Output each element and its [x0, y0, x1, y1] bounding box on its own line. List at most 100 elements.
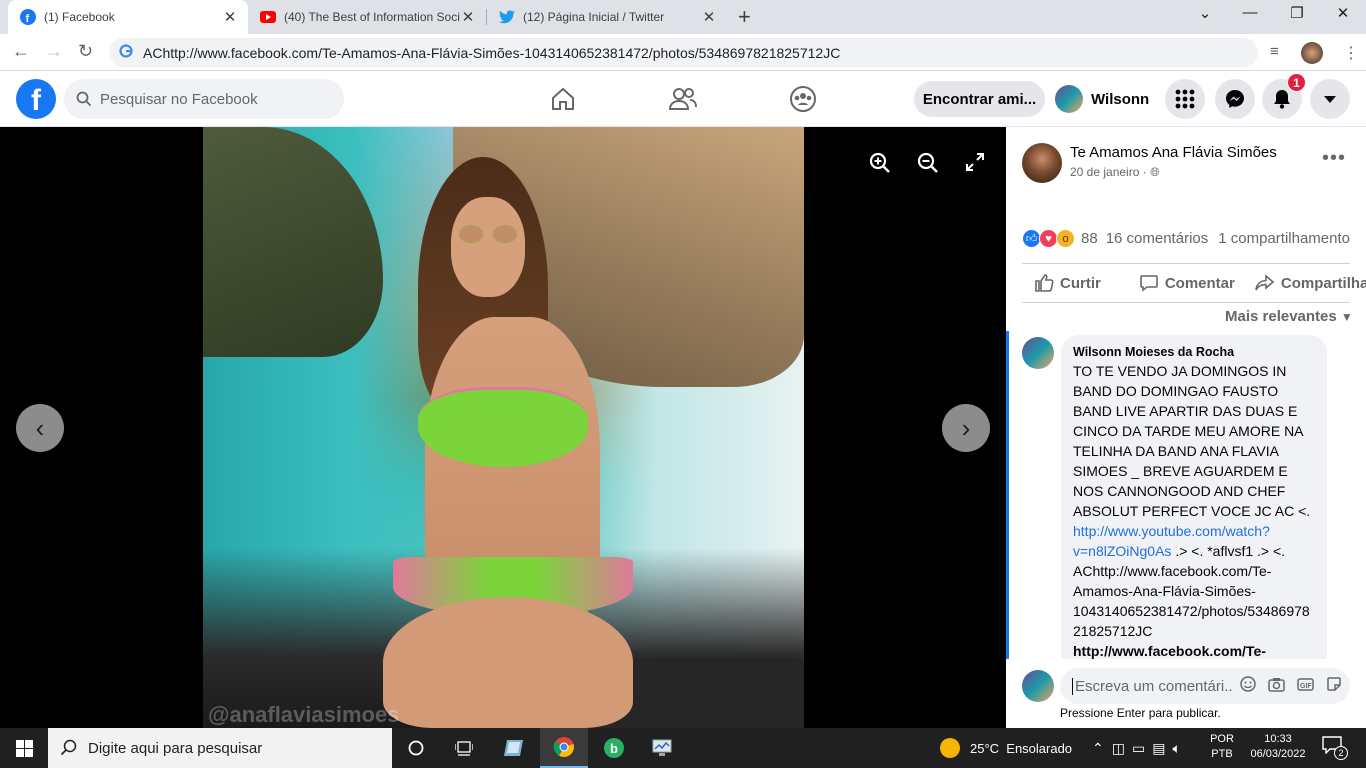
clock[interactable]: 10:33 06/03/2022	[1244, 732, 1312, 762]
menu-dots-icon[interactable]: ⋮	[1343, 43, 1359, 63]
chevron-right-icon: ›	[961, 412, 971, 443]
gif-icon[interactable]: GIF	[1297, 677, 1314, 696]
action-center-icon[interactable]: 2	[1322, 736, 1348, 760]
facebook-header: f Pesquisar no Facebook Encontrar ami...…	[0, 71, 1366, 127]
taskbar-search-input[interactable]: Digite aqui para pesquisar	[48, 728, 392, 768]
sticker-icon[interactable]	[1326, 676, 1342, 696]
share-button[interactable]: Compartilhar	[1255, 273, 1366, 293]
emoji-icon[interactable]	[1240, 676, 1256, 696]
comment-button[interactable]: Comentar	[1139, 273, 1235, 293]
close-tab-icon[interactable]: ✕	[701, 8, 717, 26]
like-button[interactable]: Curtir	[1034, 273, 1101, 293]
facebook-logo[interactable]: f	[16, 79, 56, 119]
camera-icon[interactable]	[1268, 677, 1285, 696]
fullscreen-icon[interactable]	[966, 153, 984, 174]
tab-title: (12) Página Inicial / Twitter	[523, 10, 665, 24]
device-icon[interactable]: ◫	[1112, 740, 1125, 757]
tab-twitter[interactable]: (12) Página Inicial / Twitter ✕	[487, 0, 727, 34]
post-date-text: 20 de janeiro ·	[1070, 165, 1147, 179]
battery-icon[interactable]: ▭	[1132, 740, 1145, 757]
more-options-icon[interactable]: •••	[1322, 147, 1346, 170]
new-tab-icon[interactable]: +	[738, 4, 751, 30]
bikini-top	[418, 387, 588, 467]
forward-icon[interactable]: →	[45, 41, 63, 62]
close-tab-icon[interactable]: ✕	[222, 8, 238, 26]
messenger-icon[interactable]	[1215, 79, 1255, 119]
show-hidden-icons-icon[interactable]: ⌃	[1092, 740, 1104, 757]
chrome-taskbar-icon[interactable]	[540, 728, 588, 768]
next-photo-button[interactable]: ›	[942, 404, 990, 452]
keyboard-layout: PTB	[1211, 748, 1233, 760]
input-language[interactable]: POR PTB	[1205, 732, 1239, 762]
taskbar-search-placeholder: Digite aqui para pesquisar	[88, 739, 263, 757]
tray-icons: ⌃ ◫ ▭ ▤ 🔈︎	[1092, 728, 1181, 768]
comment-bubble: Wilsonn Moieses da Rocha TO TE VENDO JA …	[1061, 335, 1327, 659]
wow-reaction-icon: o	[1056, 229, 1075, 248]
search-input[interactable]: Pesquisar no Facebook	[64, 79, 344, 119]
media-queue-icon[interactable]: ≡	[1270, 43, 1279, 60]
search-icon	[76, 91, 92, 107]
chevron-left-icon: ‹	[35, 412, 45, 443]
reactions-summary[interactable]: 👍︎ ♥ o 88 16 comentários 1 compartilhame…	[1022, 229, 1350, 248]
menu-grid-icon[interactable]	[1165, 79, 1205, 119]
back-icon[interactable]: ←	[12, 41, 30, 62]
legs	[383, 597, 633, 728]
comment-input-placeholder: Escreva um comentári...	[1072, 677, 1234, 695]
comment-text: TO TE VENDO JA DOMINGOS IN BAND DO DOMIN…	[1073, 361, 1315, 659]
friends-icon[interactable]	[667, 83, 699, 115]
shares-count[interactable]: 1 compartilhamento	[1218, 230, 1350, 247]
zoom-in-icon[interactable]	[868, 151, 892, 178]
sunglasses-right	[491, 223, 519, 245]
volume-icon[interactable]: 🔈︎	[1172, 740, 1180, 757]
app-taskbar-icon[interactable]	[490, 728, 538, 768]
page-avatar[interactable]	[1022, 143, 1062, 183]
clock-time: 10:33	[1264, 733, 1292, 745]
weather-widget[interactable]: 25°C Ensolarado	[940, 728, 1072, 768]
display-settings-taskbar-icon[interactable]	[638, 728, 686, 768]
page-name[interactable]: Te Amamos Ana Flávia Simões	[1070, 144, 1277, 161]
profile-avatar[interactable]	[1301, 42, 1323, 64]
account-dropdown-icon[interactable]	[1310, 79, 1350, 119]
previous-photo-button[interactable]: ‹	[16, 404, 64, 452]
tab-facebook[interactable]: f (1) Facebook ✕	[8, 0, 248, 34]
sun-icon	[940, 738, 960, 758]
comment-link[interactable]: http://www.facebook.com/Te-	[1073, 643, 1266, 659]
restore-icon[interactable]: ❐	[1285, 4, 1309, 22]
photo-viewer: @anaflaviasimoes ‹ ›	[0, 127, 1006, 728]
tab-search-icon[interactable]: ⌄	[1193, 4, 1217, 22]
tab-title: (1) Facebook	[44, 10, 115, 24]
comments-count[interactable]: 16 comentários	[1106, 230, 1209, 247]
bing-taskbar-icon[interactable]: b	[590, 728, 638, 768]
search-icon	[60, 739, 77, 756]
comment-author-avatar[interactable]	[1022, 337, 1054, 369]
post-photo	[203, 127, 804, 728]
comment-author[interactable]: Wilsonn Moieses da Rocha	[1073, 345, 1315, 359]
windows-start-icon[interactable]	[0, 728, 48, 768]
user-profile-chip[interactable]: Wilsonn	[1055, 81, 1149, 117]
language-code: POR	[1210, 733, 1234, 745]
reactions-count: 88	[1081, 230, 1098, 247]
avatar	[1055, 85, 1083, 113]
close-tab-icon[interactable]: ✕	[460, 8, 476, 26]
reload-icon[interactable]: ↻	[78, 41, 93, 62]
close-window-icon[interactable]: ✕	[1331, 4, 1355, 22]
groups-icon[interactable]	[787, 83, 819, 115]
home-icon[interactable]	[547, 83, 579, 115]
find-friends-button[interactable]: Encontrar ami...	[914, 81, 1045, 117]
caret-down-icon: ▼	[1340, 310, 1353, 324]
clock-date: 06/03/2022	[1250, 748, 1306, 760]
comment-label: Comentar	[1164, 274, 1235, 292]
zoom-out-icon[interactable]	[916, 151, 940, 178]
comment-sort-dropdown[interactable]: Mais relevantes ▼	[1225, 308, 1353, 325]
address-bar[interactable]: AChttp://www.facebook.com/Te-Amamos-Ana-…	[109, 38, 1258, 67]
browser-toolbar: ← → ↻ AChttp://www.facebook.com/Te-Amamo…	[0, 34, 1366, 71]
network-icon[interactable]: ▤	[1152, 740, 1165, 757]
post-date[interactable]: 20 de janeiro · 🌐︎	[1070, 165, 1160, 180]
user-name: Wilsonn	[1091, 90, 1150, 108]
cortana-icon[interactable]	[392, 728, 440, 768]
task-view-icon[interactable]	[440, 728, 488, 768]
weather-text: 25°C Ensolarado	[970, 740, 1073, 756]
minimize-icon[interactable]: —	[1238, 4, 1262, 21]
comment-input[interactable]: Escreva um comentári... GIF	[1060, 668, 1350, 704]
tab-youtube[interactable]: (40) The Best of Information Soci ✕	[248, 0, 486, 34]
